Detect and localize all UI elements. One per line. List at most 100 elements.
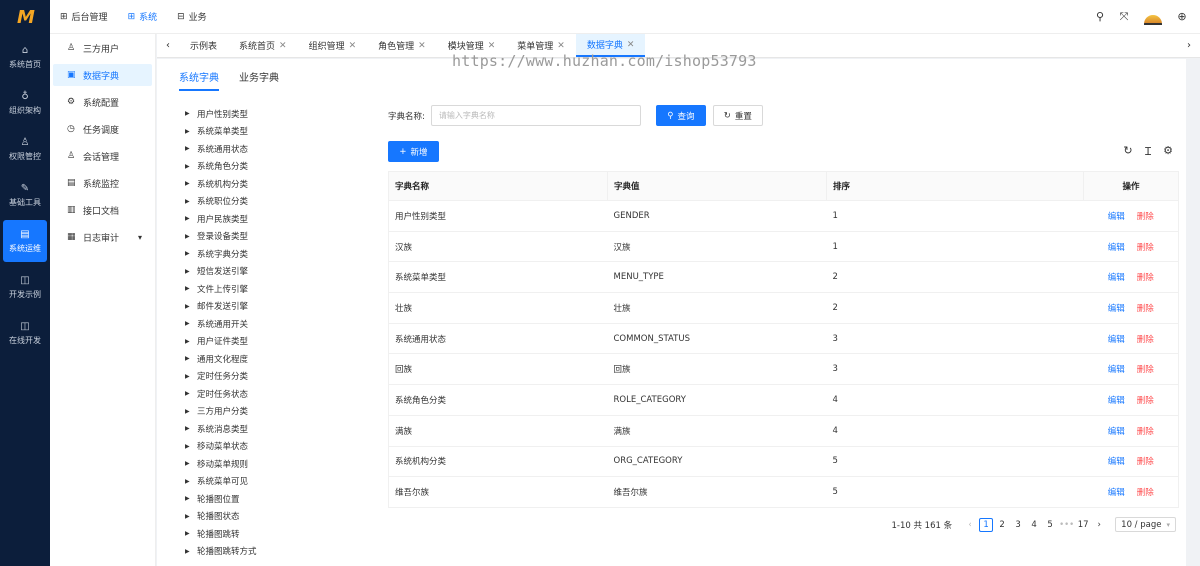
page-ellipsis[interactable]: ••• xyxy=(1059,518,1074,532)
caret-right-icon[interactable]: ▶ xyxy=(185,268,197,275)
edit-link[interactable]: 编辑 xyxy=(1108,427,1125,437)
caret-right-icon[interactable]: ▶ xyxy=(185,250,197,257)
next-page-icon[interactable]: › xyxy=(1092,518,1106,532)
caret-right-icon[interactable]: ▶ xyxy=(185,425,197,432)
caret-right-icon[interactable]: ▶ xyxy=(185,355,197,362)
caret-right-icon[interactable]: ▶ xyxy=(185,548,197,555)
caret-right-icon[interactable]: ▶ xyxy=(185,390,197,397)
caret-right-icon[interactable]: ▶ xyxy=(185,478,197,485)
tree-node[interactable]: ▶ 三方用户分类 xyxy=(185,403,365,421)
caret-right-icon[interactable]: ▶ xyxy=(185,338,197,345)
tree-node[interactable]: ▶ 用户证件类型 xyxy=(185,333,365,351)
close-icon[interactable]: ✕ xyxy=(279,41,287,51)
tree-node[interactable]: ▶ 文件上传引擎 xyxy=(185,280,365,298)
close-icon[interactable]: ✕ xyxy=(349,41,357,51)
tab-system-home[interactable]: 系统首页 ✕ xyxy=(228,34,298,57)
tree-node[interactable]: ▶ 系统菜单类型 xyxy=(185,123,365,141)
delete-link[interactable]: 删除 xyxy=(1137,365,1154,375)
app-logo[interactable]: M xyxy=(0,0,50,34)
submenu-item-task-scheduling[interactable]: ◷ 任务调度 xyxy=(53,118,152,140)
caret-right-icon[interactable]: ▶ xyxy=(185,495,197,502)
reset-button[interactable]: ↻ 重置 xyxy=(712,105,763,126)
settings-icon[interactable]: ⚙ xyxy=(1158,144,1178,159)
tree-node[interactable]: ▶ 定时任务状态 xyxy=(185,385,365,403)
caret-right-icon[interactable]: ▶ xyxy=(185,163,197,170)
tree-node[interactable]: ▶ 移动菜单状态 xyxy=(185,438,365,456)
submenu-item-system-config[interactable]: ⚙ 系统配置 xyxy=(53,91,152,113)
delete-link[interactable]: 删除 xyxy=(1137,488,1154,498)
topnav-business[interactable]: ⊟ 业务 xyxy=(177,10,207,24)
caret-right-icon[interactable]: ▶ xyxy=(185,303,197,310)
delete-link[interactable]: 删除 xyxy=(1137,396,1154,406)
tree-node[interactable]: ▶ 移动菜单规则 xyxy=(185,455,365,473)
caret-right-icon[interactable]: ▶ xyxy=(185,198,197,205)
query-button[interactable]: ⚲ 查询 xyxy=(655,105,706,126)
fullscreen-icon[interactable]: ⤧ xyxy=(1112,10,1136,24)
tab-system-dictionary[interactable]: 系统字典 xyxy=(179,69,219,91)
delete-link[interactable]: 删除 xyxy=(1137,335,1154,345)
page-2[interactable]: 2 xyxy=(995,518,1009,532)
submenu-item-session-management[interactable]: ♙ 会话管理 xyxy=(53,145,152,167)
caret-right-icon[interactable]: ▶ xyxy=(185,320,197,327)
submenu-item-api-docs[interactable]: ▥ 接口文档 xyxy=(53,199,152,221)
tabs-scroll-right-icon[interactable]: › xyxy=(1178,34,1200,57)
tree-node[interactable]: ▶ 系统职位分类 xyxy=(185,193,365,211)
tab-business-dictionary[interactable]: 业务字典 xyxy=(239,69,279,91)
caret-right-icon[interactable]: ▶ xyxy=(185,110,197,117)
close-icon[interactable]: ✕ xyxy=(488,41,496,51)
close-icon[interactable]: ✕ xyxy=(627,40,635,50)
delete-link[interactable]: 删除 xyxy=(1137,243,1154,253)
tree-node[interactable]: ▶ 用户民族类型 xyxy=(185,210,365,228)
tree-node[interactable]: ▶ 登录设备类型 xyxy=(185,228,365,246)
page-1[interactable]: 1 xyxy=(979,517,994,532)
submenu-item-system-monitor[interactable]: ▤ 系统监控 xyxy=(53,172,152,194)
tree-node[interactable]: ▶ 系统通用开关 xyxy=(185,315,365,333)
submenu-item-log-audit[interactable]: ▦ 日志审计 ▾ xyxy=(53,226,152,248)
delete-link[interactable]: 删除 xyxy=(1137,304,1154,314)
page-4[interactable]: 4 xyxy=(1027,518,1041,532)
tab-org-management[interactable]: 组织管理 ✕ xyxy=(298,34,368,57)
search-icon[interactable]: ⚲ xyxy=(1088,10,1112,23)
caret-right-icon[interactable]: ▶ xyxy=(185,460,197,467)
topnav-admin[interactable]: ⊞ 后台管理 xyxy=(60,10,108,24)
delete-link[interactable]: 删除 xyxy=(1137,212,1154,222)
edit-link[interactable]: 编辑 xyxy=(1108,396,1125,406)
avatar[interactable] xyxy=(1142,9,1164,25)
caret-right-icon[interactable]: ▶ xyxy=(185,128,197,135)
tabs-scroll-left-icon[interactable]: ‹ xyxy=(157,34,179,57)
page-5[interactable]: 5 xyxy=(1043,518,1057,532)
tab-role-management[interactable]: 角色管理 ✕ xyxy=(367,34,437,57)
edit-link[interactable]: 编辑 xyxy=(1108,273,1125,283)
submenu-item-third-party-users[interactable]: ♙ 三方用户 xyxy=(53,37,152,59)
tree-node[interactable]: ▶ 系统通用状态 xyxy=(185,140,365,158)
edit-link[interactable]: 编辑 xyxy=(1108,365,1125,375)
tree-node[interactable]: ▶ 邮件发送引擎 xyxy=(185,298,365,316)
delete-link[interactable]: 删除 xyxy=(1137,427,1154,437)
caret-right-icon[interactable]: ▶ xyxy=(185,513,197,520)
page-3[interactable]: 3 xyxy=(1011,518,1025,532)
edit-link[interactable]: 编辑 xyxy=(1108,243,1125,253)
topnav-system[interactable]: ⊞ 系统 xyxy=(128,10,158,24)
page-last[interactable]: 17 xyxy=(1076,518,1090,532)
tree-node[interactable]: ▶ 系统机构分类 xyxy=(185,175,365,193)
tab-example-table[interactable]: 示例表 xyxy=(179,34,228,57)
rail-item-online-dev[interactable]: ◫ 在线开发 xyxy=(3,312,47,354)
dictionary-name-input[interactable] xyxy=(430,105,641,126)
tab-menu-management[interactable]: 菜单管理 ✕ xyxy=(506,34,576,57)
tree-node[interactable]: ▶ 系统角色分类 xyxy=(185,158,365,176)
tree-node[interactable]: ▶ 轮播图位置 xyxy=(185,490,365,508)
rail-item-ops[interactable]: ▤ 系统运维 xyxy=(3,220,47,262)
caret-right-icon[interactable]: ▶ xyxy=(185,285,197,292)
page-size-select[interactable]: 10 / page ▾ xyxy=(1115,517,1176,532)
caret-right-icon[interactable]: ▶ xyxy=(185,443,197,450)
caret-right-icon[interactable]: ▶ xyxy=(185,530,197,537)
tree-node[interactable]: ▶ 系统消息类型 xyxy=(185,420,365,438)
rail-item-permission[interactable]: ♙ 权限管控 xyxy=(3,128,47,170)
caret-right-icon[interactable]: ▶ xyxy=(185,180,197,187)
close-icon[interactable]: ✕ xyxy=(557,41,565,51)
tree-node[interactable]: ▶ 通用文化程度 xyxy=(185,350,365,368)
edit-link[interactable]: 编辑 xyxy=(1108,304,1125,314)
tree-node[interactable]: ▶ 短信发送引擎 xyxy=(185,263,365,281)
edit-link[interactable]: 编辑 xyxy=(1108,335,1125,345)
caret-right-icon[interactable]: ▶ xyxy=(185,373,197,380)
